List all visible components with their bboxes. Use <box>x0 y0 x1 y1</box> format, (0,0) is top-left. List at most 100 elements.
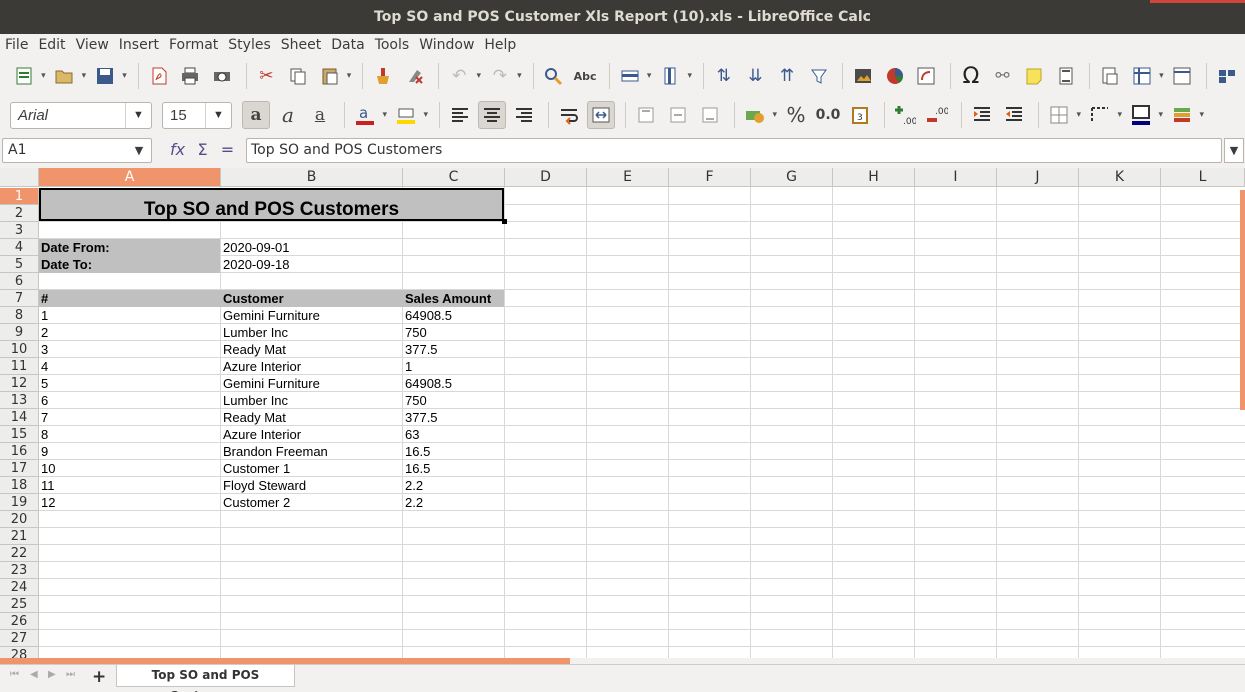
font-size-combobox[interactable]: 15 ▼ <box>162 101 232 129</box>
cell-sales-amount[interactable]: 63 <box>403 426 505 443</box>
date-to-label[interactable]: Date To: <box>39 256 220 273</box>
row-header-13[interactable]: 13 <box>0 392 39 409</box>
merge-center-icon[interactable] <box>587 101 615 129</box>
row-header-5[interactable]: 5 <box>0 256 39 273</box>
formula-input[interactable]: Top SO and POS Customers <box>246 138 1222 163</box>
first-sheet-icon[interactable]: ⏮ <box>10 669 19 680</box>
cell-customer[interactable]: Lumber Inc <box>221 392 403 409</box>
row-header-25[interactable]: 25 <box>0 596 39 613</box>
column-header-j[interactable]: J <box>997 168 1079 187</box>
split-window-icon[interactable] <box>1169 62 1197 90</box>
column-header-a[interactable]: A <box>39 168 221 187</box>
number-format-icon[interactable]: 0.0 <box>814 101 842 129</box>
sum-icon[interactable]: Σ <box>190 140 215 159</box>
align-bottom-icon[interactable] <box>696 101 724 129</box>
pivot-table-icon[interactable] <box>913 62 941 90</box>
clear-formatting-icon[interactable] <box>401 62 429 90</box>
column-header-c[interactable]: C <box>403 168 505 187</box>
copy-icon[interactable] <box>284 62 312 90</box>
cell-customer[interactable]: Ready Mat <box>221 341 403 358</box>
cell-customer[interactable]: Floyd Steward <box>221 477 403 494</box>
expand-formula-bar-icon[interactable]: ▼ <box>1224 138 1244 163</box>
menu-insert[interactable]: Insert <box>116 34 162 56</box>
border-color-icon[interactable] <box>1127 101 1163 129</box>
cell-number[interactable]: 5 <box>39 375 221 392</box>
cell-sales-amount[interactable]: 64908.5 <box>403 375 505 392</box>
highlight-color-icon[interactable] <box>392 101 428 129</box>
name-box[interactable]: A1 ▼ <box>2 138 152 163</box>
align-center-icon[interactable] <box>478 101 506 129</box>
cell-sales-amount[interactable]: 16.5 <box>403 460 505 477</box>
cell-sales-amount[interactable]: 2.2 <box>403 494 505 511</box>
date-format-icon[interactable]: 3 <box>846 101 874 129</box>
column-header-g[interactable]: G <box>751 168 833 187</box>
borders-icon[interactable] <box>1045 101 1081 129</box>
spreadsheet-grid[interactable]: ABCDEFGHIJKL 1 2 3 4 5 6 7 8 9 10 11 12 13 14 15 16 17 18… <box>0 168 1245 658</box>
cell-customer[interactable]: Azure Interior <box>221 358 403 375</box>
column-header-e[interactable]: E <box>587 168 669 187</box>
conditional-format-icon[interactable] <box>1168 101 1204 129</box>
cell-number[interactable]: 11 <box>39 477 221 494</box>
menu-sheet[interactable]: Sheet <box>278 34 324 56</box>
align-left-icon[interactable] <box>446 101 474 129</box>
print-icon[interactable] <box>176 62 204 90</box>
redo-icon[interactable]: ↷ <box>486 62 521 90</box>
row-header-16[interactable]: 16 <box>0 443 39 460</box>
row-header-4[interactable]: 4 <box>0 239 39 256</box>
row-header-17[interactable]: 17 <box>0 460 39 477</box>
menu-help[interactable]: Help <box>481 34 519 56</box>
function-wizard-icon[interactable]: fx <box>165 140 190 159</box>
column-icon[interactable] <box>656 62 691 90</box>
sort-ascending-icon[interactable]: ⇊ <box>742 62 770 90</box>
column-header-h[interactable]: H <box>833 168 915 187</box>
column-header-b[interactable]: B <box>221 168 403 187</box>
clone-formatting-icon[interactable] <box>369 62 397 90</box>
undo-icon[interactable]: ↶ <box>445 62 480 90</box>
sort-icon[interactable]: ⇅ <box>710 62 738 90</box>
hyperlink-icon[interactable]: ⚯ <box>989 62 1017 90</box>
select-all-corner[interactable] <box>0 168 39 187</box>
row-header-7[interactable]: 7 <box>0 290 39 307</box>
open-folder-icon[interactable] <box>51 62 86 90</box>
headers-footers-icon[interactable] <box>1052 62 1080 90</box>
font-color-icon[interactable]: a <box>351 101 387 129</box>
cell-customer[interactable]: Ready Mat <box>221 409 403 426</box>
row-header-18[interactable]: 18 <box>0 477 39 494</box>
increase-indent-icon[interactable] <box>968 101 996 129</box>
table-header-number[interactable]: # <box>39 290 221 307</box>
row-header-24[interactable]: 24 <box>0 579 39 596</box>
new-document-icon[interactable] <box>10 62 45 90</box>
percent-format-icon[interactable]: % <box>782 101 810 129</box>
row-header-15[interactable]: 15 <box>0 426 39 443</box>
formula-icon[interactable]: = <box>215 140 240 159</box>
freeze-rows-columns-icon[interactable] <box>1128 62 1163 90</box>
column-header-i[interactable]: I <box>915 168 997 187</box>
row-header-11[interactable]: 11 <box>0 358 39 375</box>
menu-data[interactable]: Data <box>328 34 367 56</box>
align-top-icon[interactable] <box>632 101 660 129</box>
table-header-sales-amount[interactable]: Sales Amount <box>403 290 504 307</box>
comment-icon[interactable] <box>1020 62 1048 90</box>
chevron-down-icon[interactable]: ▼ <box>125 102 151 128</box>
date-to-value[interactable]: 2020-09-18 <box>221 256 402 273</box>
cell-sales-amount[interactable]: 377.5 <box>403 341 505 358</box>
row-header-19[interactable]: 19 <box>0 494 39 511</box>
row-header-6[interactable]: 6 <box>0 273 39 290</box>
align-right-icon[interactable] <box>510 101 538 129</box>
cell-customer[interactable]: Brandon Freeman <box>221 443 403 460</box>
next-sheet-icon[interactable]: ▶ <box>48 669 56 680</box>
center-vertically-icon[interactable] <box>664 101 692 129</box>
cell-sales-amount[interactable]: 750 <box>403 324 505 341</box>
menu-styles[interactable]: Styles <box>225 34 273 56</box>
row-header-20[interactable]: 20 <box>0 511 39 528</box>
row-header-3[interactable]: 3 <box>0 222 39 239</box>
row-header-27[interactable]: 27 <box>0 630 39 647</box>
sheet-tab-active[interactable]: Top SO and POS Customers <box>116 665 295 692</box>
report-title-cell[interactable]: Top SO and POS Customers <box>39 188 504 221</box>
autofilter-icon[interactable] <box>805 62 833 90</box>
cell-customer[interactable]: Customer 2 <box>221 494 403 511</box>
row-header-14[interactable]: 14 <box>0 409 39 426</box>
cell-number[interactable]: 9 <box>39 443 221 460</box>
menu-file[interactable]: File <box>2 34 31 56</box>
cell-number[interactable]: 12 <box>39 494 221 511</box>
